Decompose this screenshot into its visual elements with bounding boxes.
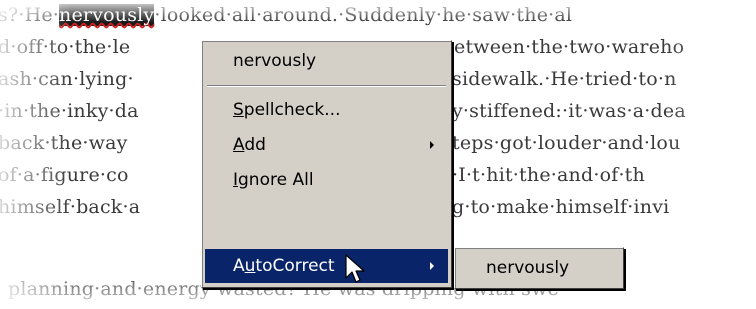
text-fragment: sidewalk.·He·tried·to·n bbox=[452, 68, 677, 90]
text-line-4: ·in·the·inky·da bbox=[0, 100, 139, 122]
autocorrect-suggestion-item[interactable]: nervously bbox=[458, 251, 620, 285]
text-fragment: ·I·t·hit·the·and·of·th bbox=[452, 164, 645, 186]
submenu-arrow-icon bbox=[430, 141, 434, 149]
text-fragment: of·a·figure·co bbox=[0, 164, 129, 186]
text-line-7: himself·back·a bbox=[0, 196, 140, 218]
spelling-context-menu: nervously Spellcheck... Add Ignore All A… bbox=[201, 40, 452, 288]
menu-label-accelerator: u bbox=[244, 256, 256, 276]
text-fragment: ·in·the·inky·da bbox=[0, 100, 139, 122]
text-fragment: d·off·to·the·le bbox=[0, 36, 131, 58]
selected-misspelled-word[interactable]: nervously bbox=[59, 4, 155, 26]
text-fragment: ·looked·all·around.·Suddenly·he·saw·the·… bbox=[154, 4, 573, 26]
text-line-3-right: sidewalk.·He·tried·to·n bbox=[452, 68, 677, 90]
menu-label-part: toCorrect bbox=[255, 256, 335, 276]
text-fragment: back·the·way bbox=[0, 132, 128, 154]
text-line-3: ash·can·lying· bbox=[0, 68, 134, 90]
submenu-arrow-icon bbox=[430, 262, 434, 270]
autocorrect-suggestion-label: nervously bbox=[486, 258, 570, 278]
text-fragment: ash·can·lying· bbox=[0, 68, 134, 90]
menu-label-accelerator: A bbox=[233, 135, 245, 155]
menu-label-accelerator: S bbox=[233, 100, 244, 120]
text-line-2-right: etween·the·two·wareho bbox=[454, 36, 684, 58]
autocorrect-item[interactable]: AutoCorrect bbox=[205, 249, 448, 283]
text-line-6: of·a·figure·co bbox=[0, 164, 129, 186]
menu-label-part: pellcheck... bbox=[243, 100, 341, 120]
text-line-6-right: ·I·t·hit·the·and·of·th bbox=[452, 164, 645, 186]
text-line-1: s?·He·nervously·looked·all·around.·Sudde… bbox=[0, 4, 572, 26]
text-fragment: teps·got·louder·and·lou bbox=[452, 132, 681, 154]
menu-label-part: dd bbox=[244, 135, 266, 155]
autocorrect-submenu: nervously bbox=[454, 247, 624, 289]
text-fragment: himself·back·a bbox=[0, 196, 141, 218]
text-fragment: g·to·make·himself·invi bbox=[452, 196, 670, 218]
ignore-all-item[interactable]: Ignore All bbox=[205, 163, 448, 197]
menu-separator bbox=[207, 85, 446, 87]
menu-label-part: A bbox=[233, 256, 245, 276]
add-item[interactable]: Add bbox=[205, 128, 448, 162]
menu-label-part: gnore All bbox=[238, 170, 314, 190]
text-line-5-right: teps·got·louder·and·lou bbox=[452, 132, 681, 154]
text-fragment: etween·the·two·wareho bbox=[454, 36, 685, 58]
mouse-pointer-icon bbox=[345, 254, 365, 283]
spellcheck-item[interactable]: Spellcheck... bbox=[205, 93, 448, 127]
suggestion-item[interactable]: nervously bbox=[205, 44, 448, 78]
text-line-5: back·the·way bbox=[0, 132, 128, 154]
text-fragment: s?·He· bbox=[0, 4, 60, 26]
text-line-4-right: y·stiffened:·it·was·a·dea bbox=[452, 100, 686, 122]
text-line-2: d·off·to·the·le bbox=[0, 36, 130, 58]
suggestion-label: nervously bbox=[233, 51, 317, 71]
text-fragment: y·stiffened:·it·was·a·dea bbox=[452, 100, 686, 122]
text-line-7-right: g·to·make·himself·invi bbox=[452, 196, 669, 218]
